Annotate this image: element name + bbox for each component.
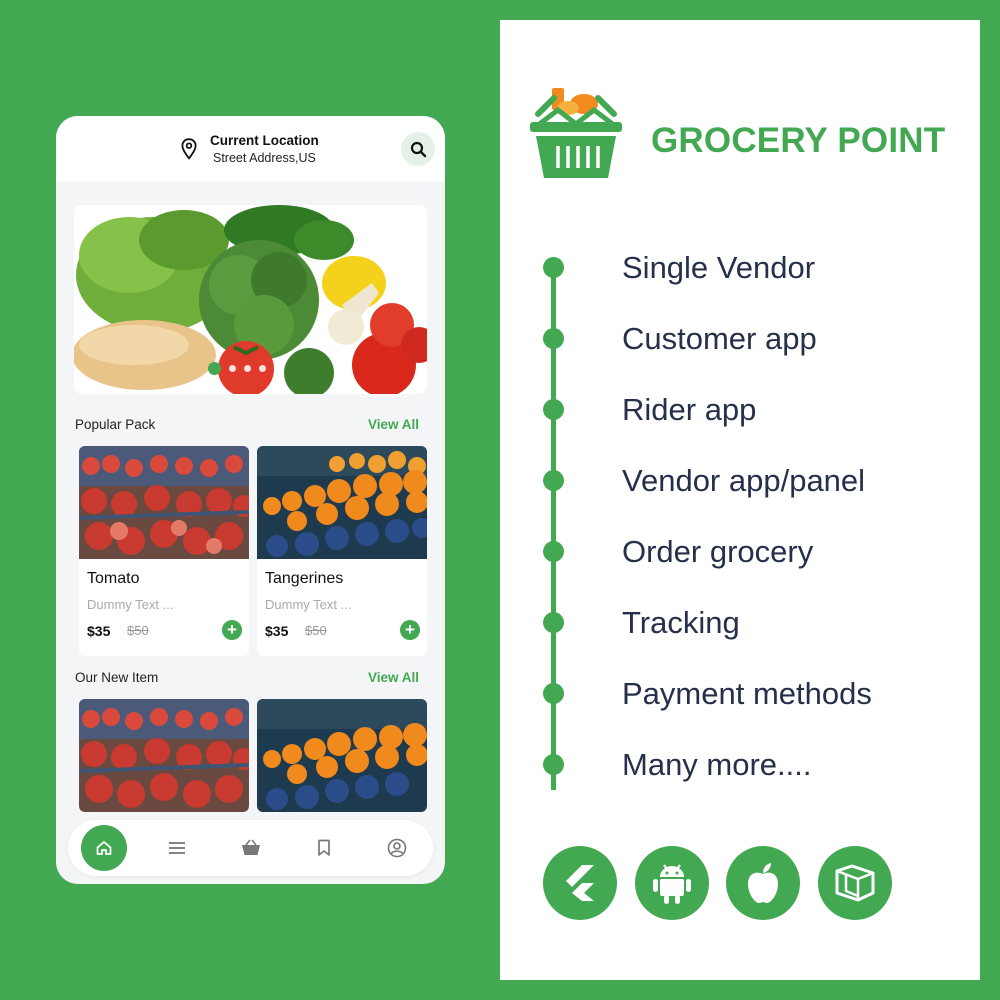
bookmark-icon [318,839,330,856]
bottom-navigation [68,820,433,876]
app-header: Current Location Street Address,US [56,116,445,182]
feature-label: Order grocery [622,534,814,569]
promo-banner[interactable] [74,205,427,394]
apple-icon [748,863,778,903]
timeline-dot [543,399,564,420]
grocery-basket-logo [530,88,622,178]
feature-item: Customer app [500,319,980,359]
search-button[interactable] [401,132,435,166]
carousel-indicator[interactable] [208,362,266,375]
feature-item: Many more.... [500,745,980,785]
nav-home[interactable] [81,825,127,871]
feature-item: Single Vendor [500,248,980,288]
popular-view-all-link[interactable]: View All [368,417,419,432]
timeline-dot [543,683,564,704]
product-price: $35 [265,623,289,639]
feature-item: Order grocery [500,532,980,572]
laravel-icon [835,864,875,902]
timeline-dot [543,470,564,491]
tomatoes-photo [79,699,249,812]
nav-basket[interactable] [231,828,271,868]
feature-label: Tracking [622,605,740,640]
new-items-title: Our New Item [75,670,159,685]
laravel-badge [818,846,892,920]
search-icon [410,141,426,157]
carousel-dot[interactable] [244,365,251,372]
feature-label: Customer app [622,321,817,356]
feature-item: Vendor app/panel [500,461,980,501]
features-panel: GROCERY POINT Single Vendor Customer app… [500,20,980,980]
new-item-card[interactable] [79,699,249,812]
android-icon [653,864,691,904]
feature-label: Vendor app/panel [622,463,866,498]
popular-pack-title: Popular Pack [75,417,156,432]
product-description: Dummy Text ... [265,597,352,612]
nav-menu[interactable] [157,828,197,868]
product-name: Tomato [87,570,140,587]
add-to-cart-button[interactable]: + [222,620,242,640]
feature-label: Many more.... [622,747,812,782]
apple-badge [726,846,800,920]
phone-mockup: Current Location Street Address,US Popul… [56,116,445,884]
feature-label: Payment methods [622,676,872,711]
product-price: $35 [87,623,111,639]
tomatoes-photo [79,446,249,559]
location-address[interactable]: Street Address,US [213,151,316,165]
location-title: Current Location [210,133,319,148]
timeline-dot [543,754,564,775]
timeline-dot [543,612,564,633]
plus-icon: + [405,620,415,639]
feature-item: Payment methods [500,674,980,714]
product-card-tomato[interactable]: Tomato Dummy Text ... $35 $50 + [79,446,249,656]
product-old-price: $50 [305,623,327,638]
timeline-dot [543,541,564,562]
home-icon [96,841,112,855]
flutter-badge [543,846,617,920]
product-name: Tangerines [265,570,344,587]
timeline-dot [543,328,564,349]
timeline-dot [543,257,564,278]
product-old-price: $50 [127,623,149,638]
plus-icon: + [227,620,237,639]
nav-profile[interactable] [377,828,417,868]
feature-item: Tracking [500,603,980,643]
product-card-tangerines[interactable]: Tangerines Dummy Text ... $35 $50 + [257,446,427,656]
tangerines-photo [257,446,427,559]
add-to-cart-button[interactable]: + [400,620,420,640]
carousel-dot[interactable] [259,365,266,372]
feature-label: Single Vendor [622,250,816,285]
feature-label: Rider app [622,392,757,427]
nav-bookmark[interactable] [304,828,344,868]
basket-icon [242,839,260,855]
android-badge [635,846,709,920]
profile-icon [387,838,407,858]
tangerines-photo [257,699,427,812]
product-description: Dummy Text ... [87,597,174,612]
flutter-icon [566,865,594,901]
map-pin-icon [181,138,197,160]
carousel-dot-active[interactable] [208,362,221,375]
menu-icon [169,842,185,854]
feature-item: Rider app [500,390,980,430]
new-item-card[interactable] [257,699,427,812]
carousel-dot[interactable] [229,365,236,372]
brand-name: GROCERY POINT [651,121,946,160]
new-items-view-all-link[interactable]: View All [368,670,419,685]
